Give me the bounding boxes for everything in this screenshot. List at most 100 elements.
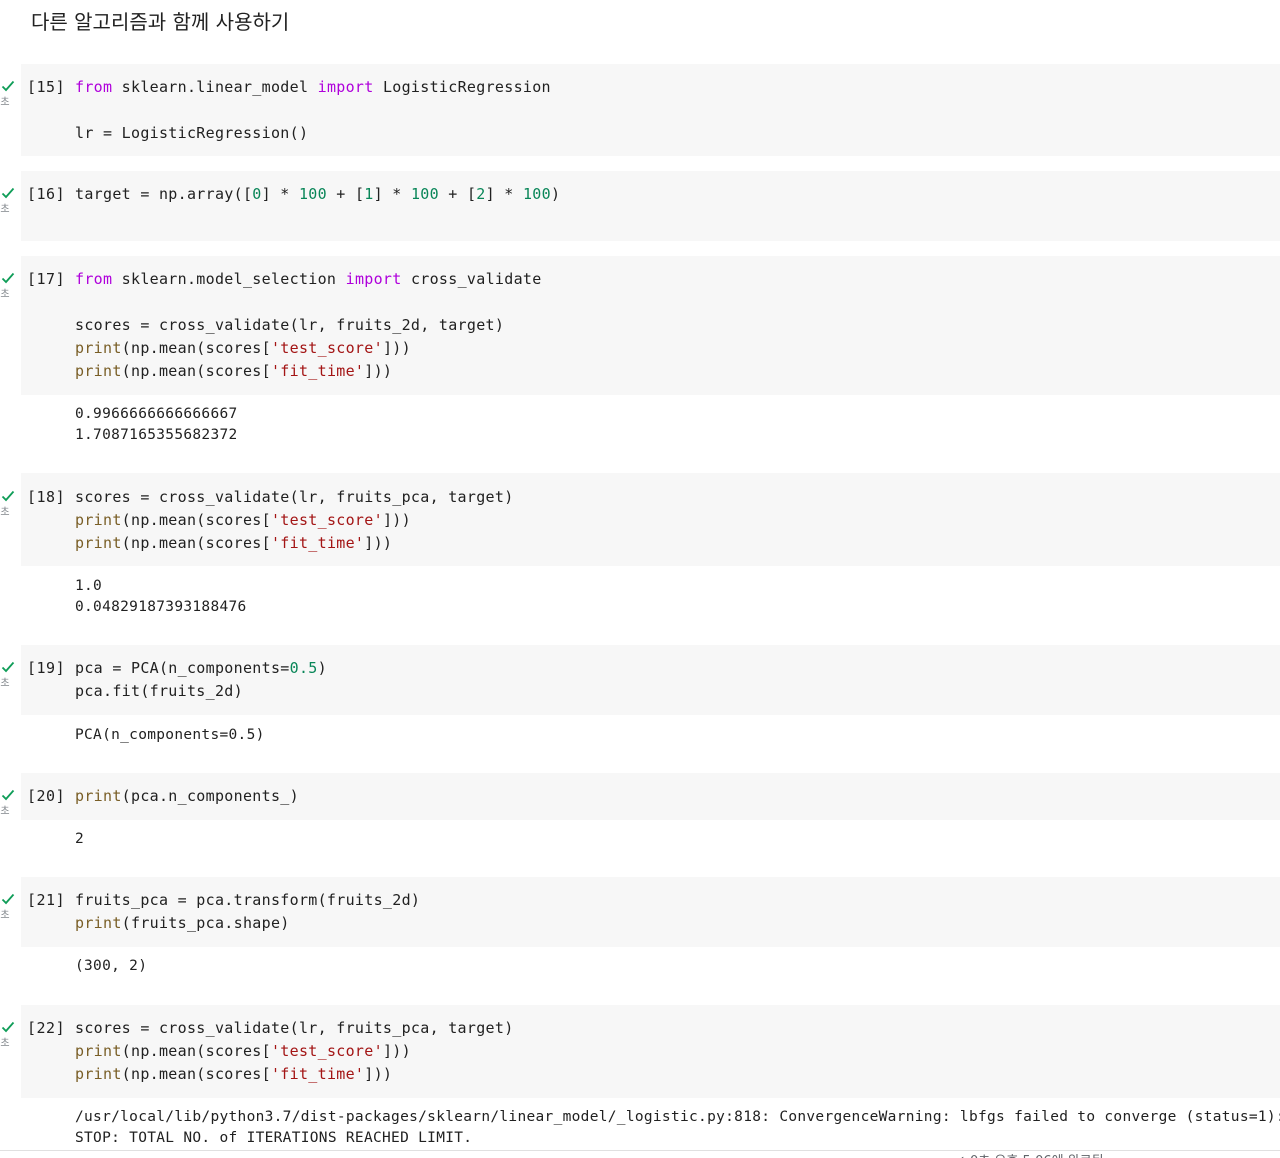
execution-count: [20] [27,787,66,805]
code-token: + [ [438,185,477,203]
execution-time: 0초 [0,910,10,921]
code-token: from [75,270,122,288]
code-token: pca = PCA(n_components= [75,659,290,677]
code-cell[interactable] [21,645,1280,715]
code-line[interactable]: fruits_pca = pca.transform(fruits_2d) [75,891,420,909]
execution-time: 1초 [0,678,10,689]
code-token: 0 [252,185,262,203]
output-line: 1.7087165355682372 [75,427,238,443]
code-line[interactable]: lr = LogisticRegression() [75,124,308,142]
code-line[interactable]: from sklearn.model_selection import cros… [75,270,542,288]
code-line[interactable]: scores = cross_validate(lr, fruits_2d, t… [75,316,504,334]
execution-count: [19] [27,659,66,677]
code-token: ] * [261,185,299,203]
section-heading: 다른 알고리즘과 함께 사용하기 [31,10,290,34]
code-token: 100 [410,185,439,203]
code-token: from [75,78,122,96]
code-line[interactable]: pca = PCA(n_components=0.5) [75,659,327,677]
execution-time: 0초 [0,97,10,108]
code-line[interactable]: print(np.mean(scores['test_score'])) [75,1042,411,1060]
execution-time: 0초 [0,204,10,215]
code-token: print [75,534,122,552]
code-token: pca.fit(fruits_2d) [75,682,243,700]
output-line: STOP: TOTAL NO. of ITERATIONS REACHED LI… [75,1130,473,1146]
code-token: 'test_score' [270,339,383,357]
output-line: 2 [75,831,85,847]
code-token: ])) [382,1042,411,1060]
execution-count: [15] [27,78,66,96]
code-token: import [345,270,411,288]
code-token: 'fit_time' [270,1065,365,1083]
output-line: /usr/local/lib/python3.7/dist-packages/s… [75,1109,1280,1125]
check-icon [1,187,15,199]
code-line[interactable]: print(np.mean(scores['fit_time'])) [75,1065,392,1083]
check-icon [1,789,15,801]
code-token: fruits_pca = pca.transform(fruits_2d) [75,891,421,909]
code-line[interactable]: scores = cross_validate(lr, fruits_pca, … [75,1019,514,1037]
code-token: (np.mean(scores[ [121,534,271,552]
code-token: (fruits_pca.shape) [121,914,290,932]
footer-status: ✓ 0초 오후 5:06에 완료됨 [955,1150,1104,1158]
code-token: (np.mean(scores[ [121,362,271,380]
code-token: print [75,339,122,357]
code-cell[interactable] [21,877,1280,947]
code-line[interactable]: print(np.mean(scores['test_score'])) [75,511,411,529]
execution-count: [17] [27,270,66,288]
code-token: (np.mean(scores[ [121,511,271,529]
code-token: print [75,511,122,529]
code-token: (np.mean(scores[ [121,1042,271,1060]
check-icon [1,490,15,502]
code-line[interactable]: target = np.array([0] * 100 + [1] * 100 … [75,185,560,203]
code-token: (pca.n_components_) [121,787,299,805]
check-icon [1,272,15,284]
check-icon [1,661,15,673]
check-icon [1,80,15,92]
code-token: 1 [364,185,374,203]
code-token: ])) [382,511,411,529]
code-token: 'test_score' [270,1042,383,1060]
code-line[interactable]: from sklearn.linear_model import Logisti… [75,78,551,96]
code-token: ] * [373,185,411,203]
code-token: 100 [298,185,327,203]
code-token: ) [317,659,327,677]
code-line[interactable]: pca.fit(fruits_2d) [75,682,243,700]
code-token: scores = cross_validate(lr, fruits_2d, t… [75,316,505,334]
code-token: sklearn.model_selection [121,270,346,288]
execution-count: [16] [27,185,66,203]
execution-count: [22] [27,1019,66,1037]
code-token: print [75,362,122,380]
code-cell[interactable] [21,171,1280,241]
code-token: ])) [364,534,393,552]
code-line[interactable]: print(np.mean(scores['fit_time'])) [75,362,392,380]
code-token: (np.mean(scores[ [121,339,271,357]
code-token: 'fit_time' [270,534,365,552]
code-token: print [75,1042,122,1060]
code-token: ])) [364,362,393,380]
code-line[interactable]: print(np.mean(scores['test_score'])) [75,339,411,357]
code-token: 100 [522,185,551,203]
code-line[interactable]: print(fruits_pca.shape) [75,914,290,932]
code-token: print [75,787,122,805]
execution-time: 0초 [0,1038,10,1049]
execution-time: 9초 [0,289,10,300]
execution-count: [21] [27,891,66,909]
check-icon [1,1021,15,1033]
code-token: 'test_score' [270,511,383,529]
code-token: ])) [382,339,411,357]
output-line: 0.04829187393188476 [75,599,247,615]
code-line[interactable]: print(np.mean(scores['fit_time'])) [75,534,392,552]
code-token: scores = cross_validate(lr, fruits_pca, … [75,488,514,506]
code-line[interactable]: print(pca.n_components_) [75,787,299,805]
execution-time: 0초 [0,806,10,817]
execution-count: [18] [27,488,66,506]
code-token: print [75,1065,122,1083]
code-token: import [317,78,383,96]
code-token: print [75,914,122,932]
output-line: 1.0 [75,578,103,594]
code-token: 'fit_time' [270,362,365,380]
code-token: ] * [485,185,523,203]
code-token: ) [550,185,561,203]
code-token: scores = cross_validate(lr, fruits_pca, … [75,1019,514,1037]
code-line[interactable]: scores = cross_validate(lr, fruits_pca, … [75,488,514,506]
code-token: target = np.array([ [75,185,253,203]
